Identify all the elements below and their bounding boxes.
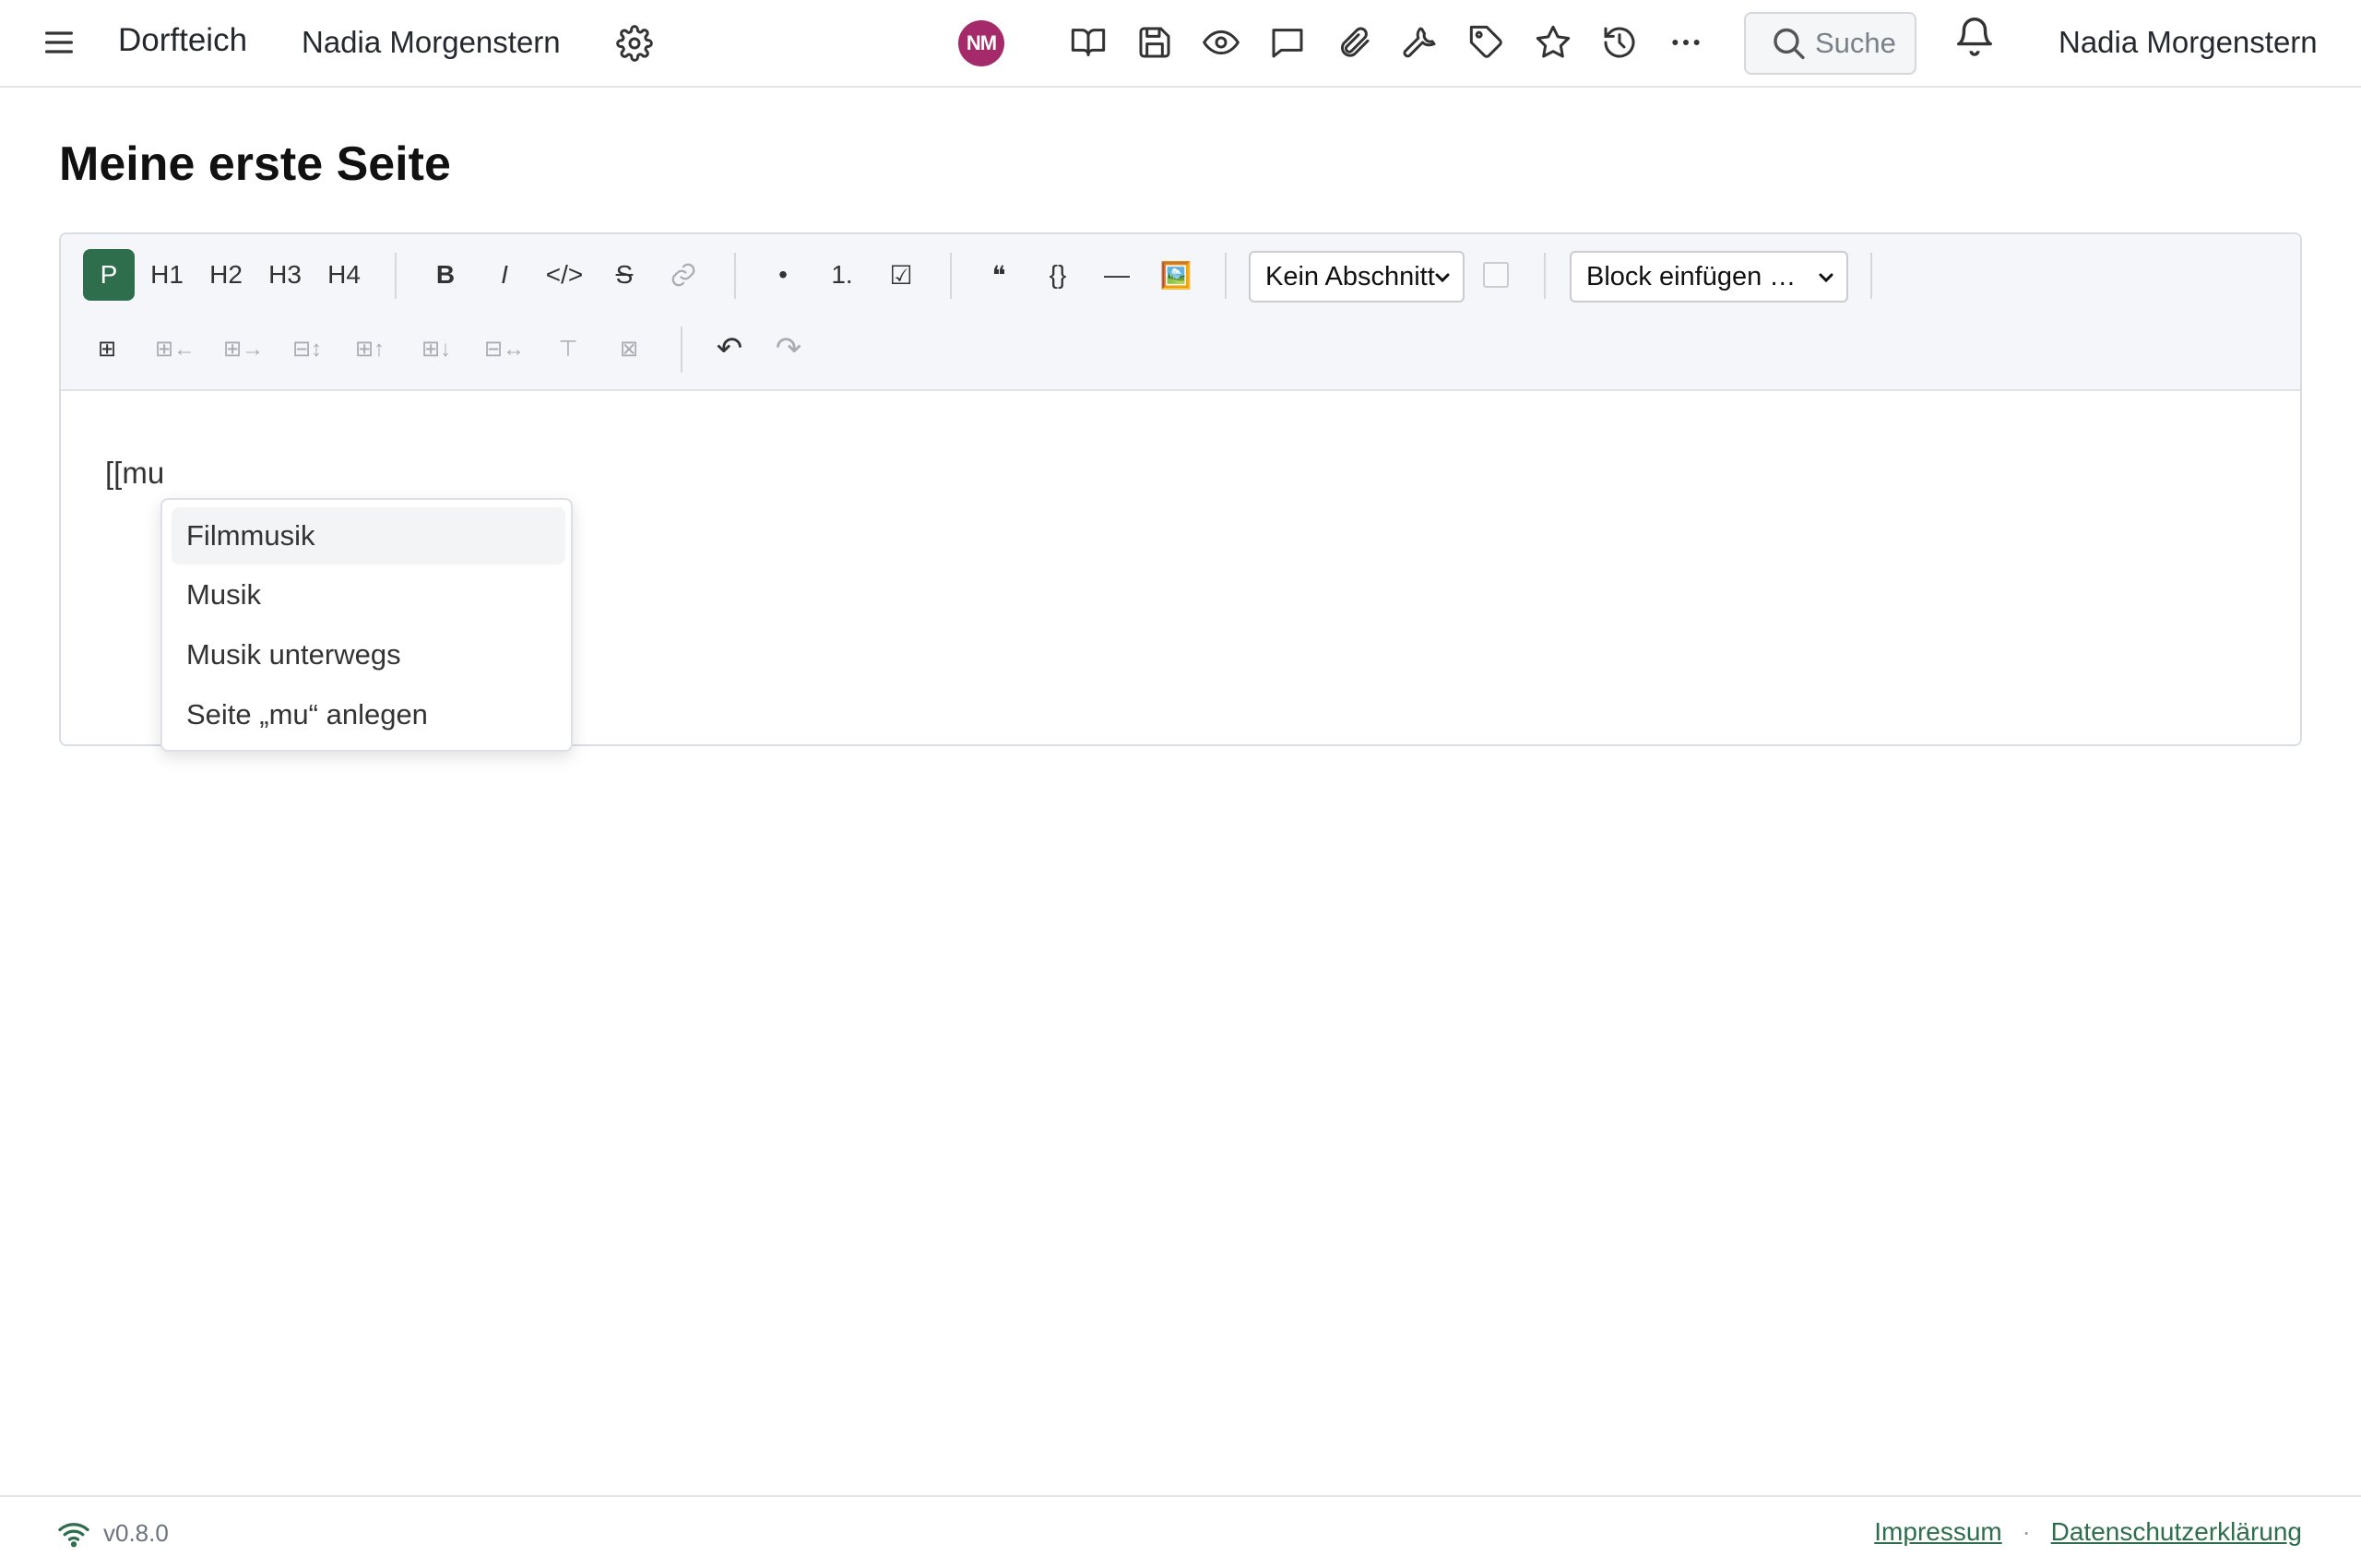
heading4-button[interactable]: H4	[321, 249, 367, 301]
italic-button[interactable]: I	[481, 249, 528, 301]
redo-button[interactable]: ↷	[765, 323, 812, 374]
wifi-icon	[57, 1517, 90, 1550]
delete-column-button[interactable]: ⊟↕	[282, 323, 332, 374]
page-title: Meine erste Seite	[59, 137, 451, 191]
section-select[interactable]: Kein Abschnitt	[1249, 251, 1465, 303]
editor-typed-text[interactable]: [[mu	[105, 456, 164, 490]
add-row-before-button[interactable]: ⊞↑	[345, 323, 395, 374]
star-icon[interactable]	[1535, 24, 1572, 61]
wrench-icon[interactable]	[1402, 24, 1439, 61]
suggestion-item[interactable]: Musik unterwegs	[172, 626, 565, 683]
more-icon[interactable]	[1667, 24, 1704, 61]
undo-button[interactable]: ↶	[706, 323, 753, 374]
paperclip-icon[interactable]	[1335, 24, 1372, 61]
search-field[interactable]	[1744, 12, 1916, 75]
tag-icon[interactable]	[1468, 24, 1505, 61]
editor-toolbar: P H1 H2 H3 H4 B I </> S • 1. ☑ ❝ {} — 🖼️…	[61, 234, 2300, 391]
heading2-button[interactable]: H2	[203, 249, 249, 301]
suggestion-item[interactable]: Musik	[172, 566, 565, 624]
history-icon[interactable]	[1601, 24, 1638, 61]
toolbar-checkbox[interactable]	[1483, 262, 1509, 288]
toolbar-divider	[950, 253, 952, 299]
editor-content[interactable]: [[mu	[105, 456, 164, 491]
bullet-list-button[interactable]: •	[760, 249, 806, 301]
image-button[interactable]: 🖼️	[1153, 249, 1199, 301]
footer-separator: ·	[2022, 1517, 2031, 1546]
hamburger-menu-icon[interactable]	[41, 24, 77, 61]
wiki-name-link[interactable]: Dorfteich	[118, 22, 247, 59]
ordered-list-button[interactable]: 1.	[819, 249, 865, 301]
toolbar-divider	[1225, 253, 1227, 299]
delete-table-button[interactable]: ⊠	[611, 323, 647, 374]
toolbar-divider	[734, 253, 736, 299]
link-icon[interactable]	[660, 249, 706, 301]
eye-icon[interactable]	[1202, 24, 1240, 61]
section-select-value: Kein Abschnitt	[1265, 261, 1435, 291]
insert-block-select[interactable]: Block einfügen …	[1570, 251, 1848, 303]
insert-block-select-value: Block einfügen …	[1586, 261, 1797, 291]
search-input[interactable]	[1813, 26, 1915, 61]
heading3-button[interactable]: H3	[262, 249, 308, 301]
top-navigation-bar: Dorfteich Nadia Morgenstern NM Suche Nad…	[0, 0, 2361, 88]
app-version: v0.8.0	[103, 1519, 169, 1547]
heading1-button[interactable]: H1	[144, 249, 190, 301]
comment-icon[interactable]	[1269, 24, 1306, 61]
chevron-down-icon	[1435, 273, 1450, 283]
save-icon[interactable]	[1136, 24, 1173, 61]
code-block-button[interactable]: {}	[1035, 249, 1081, 301]
strikethrough-button[interactable]: S	[601, 249, 647, 301]
page-footer: v0.8.0 Impressum · Datenschutzerklärung	[0, 1495, 2361, 1568]
bell-icon[interactable]	[1953, 11, 1996, 59]
user-page-link[interactable]: Nadia Morgenstern	[302, 25, 561, 60]
blockquote-button[interactable]: ❝	[976, 249, 1022, 301]
toolbar-divider	[395, 253, 397, 299]
paragraph-button[interactable]: P	[83, 249, 135, 301]
checklist-button[interactable]: ☑	[878, 249, 924, 301]
search-icon	[1774, 28, 1805, 60]
suggestion-item[interactable]: Filmmusik	[172, 507, 565, 564]
user-avatar[interactable]: NM	[958, 20, 1004, 66]
gear-icon[interactable]	[616, 25, 653, 62]
footer-links: Impressum · Datenschutzerklärung	[1874, 1517, 2302, 1547]
add-row-after-button[interactable]: ⊞↓	[411, 323, 461, 374]
link-suggestion-dropdown: Filmmusik Musik Musik unterwegs Seite „m…	[160, 498, 573, 752]
inline-code-button[interactable]: </>	[537, 249, 592, 301]
delete-row-button[interactable]: ⊟↔	[476, 323, 533, 374]
imprint-link[interactable]: Impressum	[1874, 1517, 2001, 1546]
toolbar-divider	[681, 327, 682, 373]
book-icon[interactable]	[1070, 24, 1107, 61]
bold-button[interactable]: B	[422, 249, 469, 301]
add-column-before-button[interactable]: ⊞←	[148, 323, 203, 374]
privacy-link[interactable]: Datenschutzerklärung	[2051, 1517, 2302, 1546]
create-page-suggestion[interactable]: Seite „mu“ anlegen	[172, 686, 565, 743]
insert-table-button[interactable]: ⊞	[87, 323, 127, 374]
user-menu-name[interactable]: Nadia Morgenstern	[2058, 25, 2318, 60]
toolbar-divider	[1544, 253, 1546, 299]
toolbar-divider	[1870, 253, 1872, 299]
chevron-down-icon	[1819, 273, 1833, 283]
toggle-header-button[interactable]: ⊤	[550, 323, 587, 374]
horizontal-rule-button[interactable]: —	[1094, 249, 1140, 301]
add-column-after-button[interactable]: ⊞→	[216, 323, 271, 374]
